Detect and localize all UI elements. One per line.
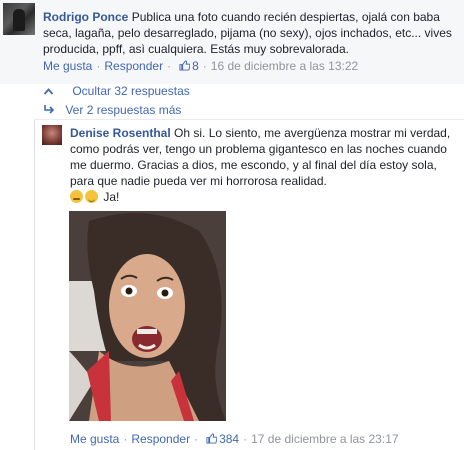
reply-suffix: Ja! <box>103 190 120 204</box>
thumbs-up-icon[interactable] <box>179 60 191 71</box>
reply-button[interactable]: Responder <box>131 432 190 446</box>
comment-body: Rodrigo Ponce Publica una foto cuando re… <box>43 9 457 57</box>
comment-actions: Me gusta · Responder · 8 · 16 de diciembre a l… <box>43 59 359 73</box>
hide-replies-link[interactable]: Ocultar 32 respuestas <box>43 84 190 98</box>
reply-body: Denise Rosenthal Oh si. Lo siento, me av… <box>70 125 458 205</box>
like-button[interactable]: Me gusta <box>70 432 119 446</box>
reply-author[interactable]: Denise Rosenthal <box>70 126 171 140</box>
comment-author[interactable]: Rodrigo Ponce <box>43 10 128 24</box>
more-replies-link[interactable]: Ver 2 respuestas más <box>44 103 181 117</box>
comment-timestamp[interactable]: 16 de diciembre a las 13:22 <box>211 59 358 73</box>
like-count[interactable]: 384 <box>219 432 239 446</box>
like-count[interactable]: 8 <box>192 59 199 73</box>
more-replies-label: Ver 2 respuestas más <box>65 103 182 117</box>
reply-actions: Me gusta · Responder · 384 · 17 de diciembre a… <box>70 432 399 446</box>
avatar[interactable] <box>3 3 35 35</box>
reply-timestamp[interactable]: 17 de diciembre a las 23:17 <box>251 432 398 446</box>
reply-arrow-icon <box>44 103 58 117</box>
avatar[interactable] <box>42 125 62 145</box>
relieved-face-emoji-icon <box>85 190 98 203</box>
thumbs-up-icon[interactable] <box>206 433 218 444</box>
reply-photo[interactable] <box>69 211 226 421</box>
top-comment: Rodrigo Ponce Publica una foto cuando re… <box>0 0 464 84</box>
hide-replies-label: Ocultar 32 respuestas <box>72 84 190 98</box>
like-button[interactable]: Me gusta <box>43 59 92 73</box>
chevron-up-icon <box>43 84 58 98</box>
reply-button[interactable]: Responder <box>104 59 163 73</box>
sad-face-emoji-icon <box>70 190 83 203</box>
